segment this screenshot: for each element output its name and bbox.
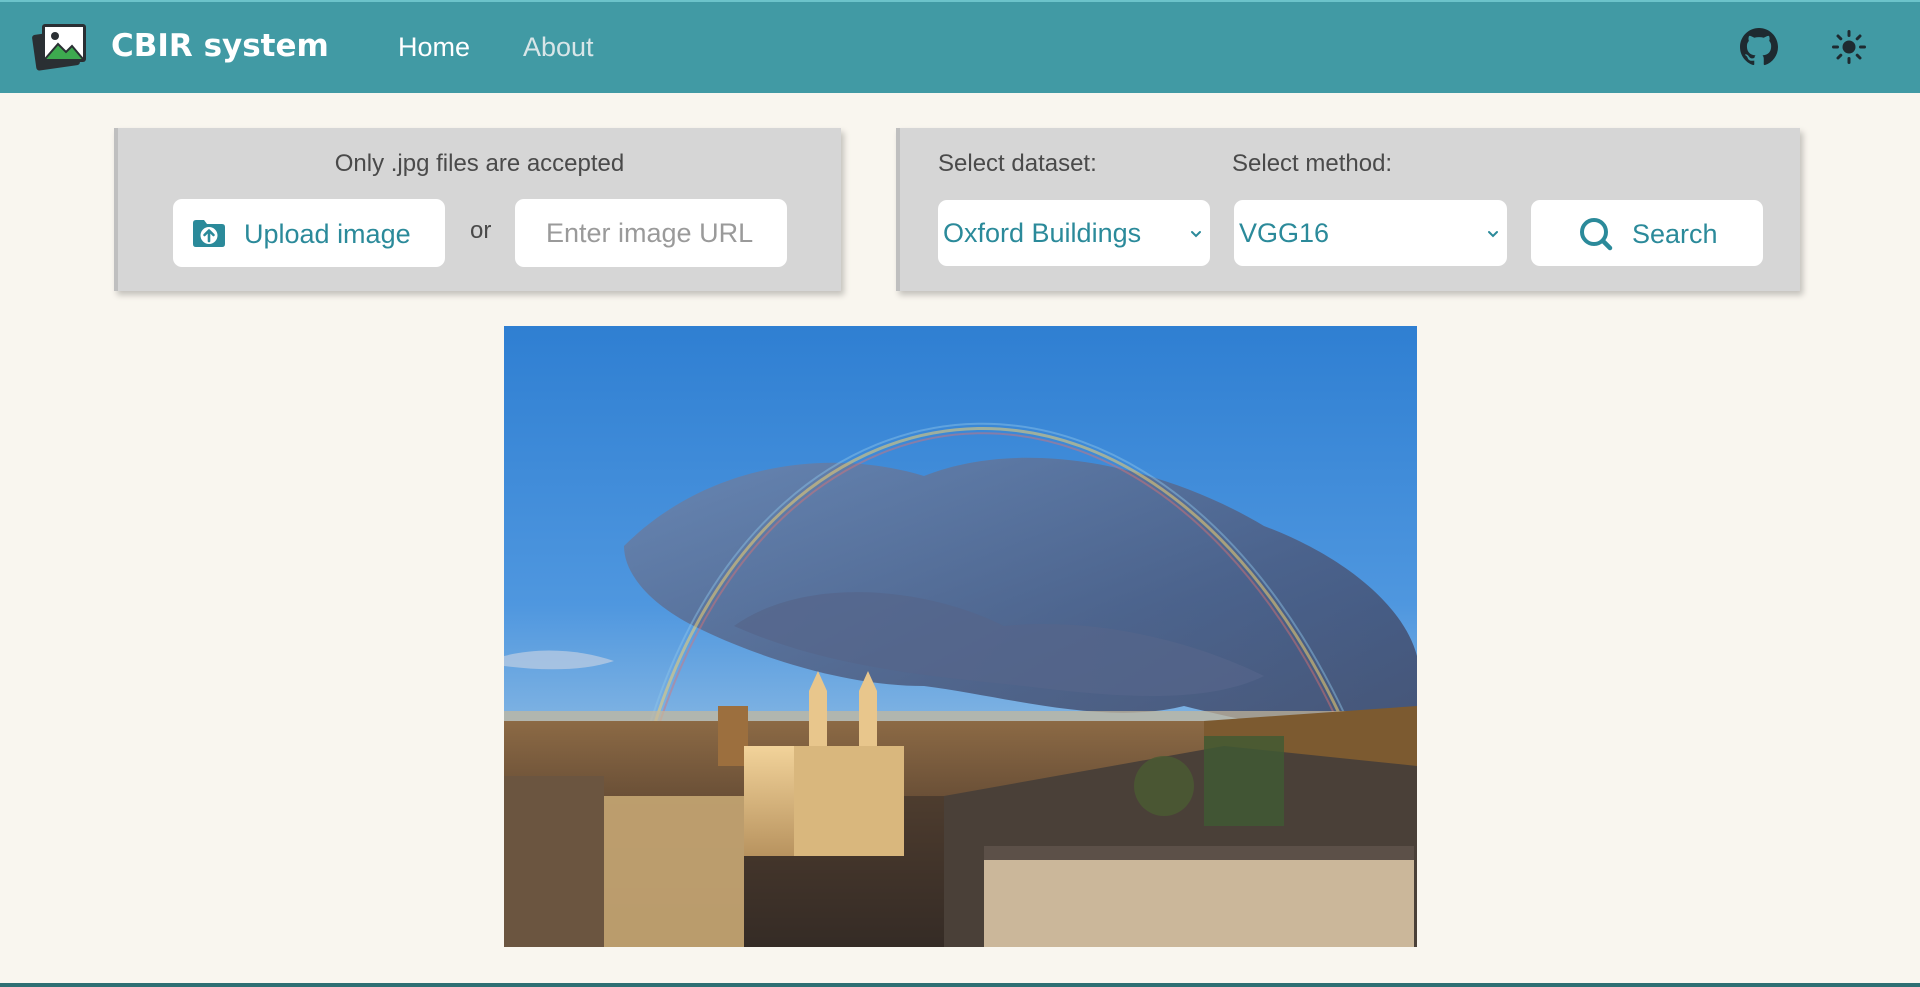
method-select[interactable]: VGG16 — [1234, 200, 1507, 266]
method-selected-value: VGG16 — [1239, 218, 1330, 248]
nav-link-home[interactable]: Home — [398, 29, 470, 65]
sun-icon[interactable] — [1831, 29, 1867, 65]
chevron-down-icon — [1488, 231, 1498, 238]
method-label: Select method: — [1232, 150, 1393, 177]
image-url-input[interactable] — [515, 199, 787, 267]
query-image-preview — [504, 326, 1417, 947]
image-logo-icon[interactable] — [32, 20, 90, 74]
nav-link-about[interactable]: About — [523, 29, 594, 65]
or-separator: or — [470, 217, 492, 244]
folder-upload-icon — [193, 220, 225, 247]
search-panel: Select dataset: Select method: Oxford Bu… — [896, 128, 1800, 291]
brand-name[interactable]: CBIR system — [111, 26, 329, 66]
dataset-selected-value: Oxford Buildings — [943, 218, 1142, 248]
upload-panel: Only .jpg files are accepted Upload imag… — [114, 128, 841, 291]
upload-image-button[interactable]: Upload image — [173, 199, 445, 267]
search-button-label: Search — [1632, 219, 1718, 249]
dataset-label: Select dataset: — [938, 150, 1097, 177]
search-button[interactable]: Search — [1531, 200, 1763, 266]
file-type-hint: Only .jpg files are accepted — [334, 150, 625, 177]
github-icon[interactable] — [1740, 28, 1778, 66]
upload-image-label: Upload image — [244, 219, 411, 249]
chevron-down-icon — [1191, 231, 1201, 238]
dataset-select[interactable]: Oxford Buildings — [938, 200, 1210, 266]
search-icon — [1580, 218, 1613, 251]
navbar: CBIR system Home About — [0, 0, 1920, 93]
footer-border — [0, 983, 1920, 987]
